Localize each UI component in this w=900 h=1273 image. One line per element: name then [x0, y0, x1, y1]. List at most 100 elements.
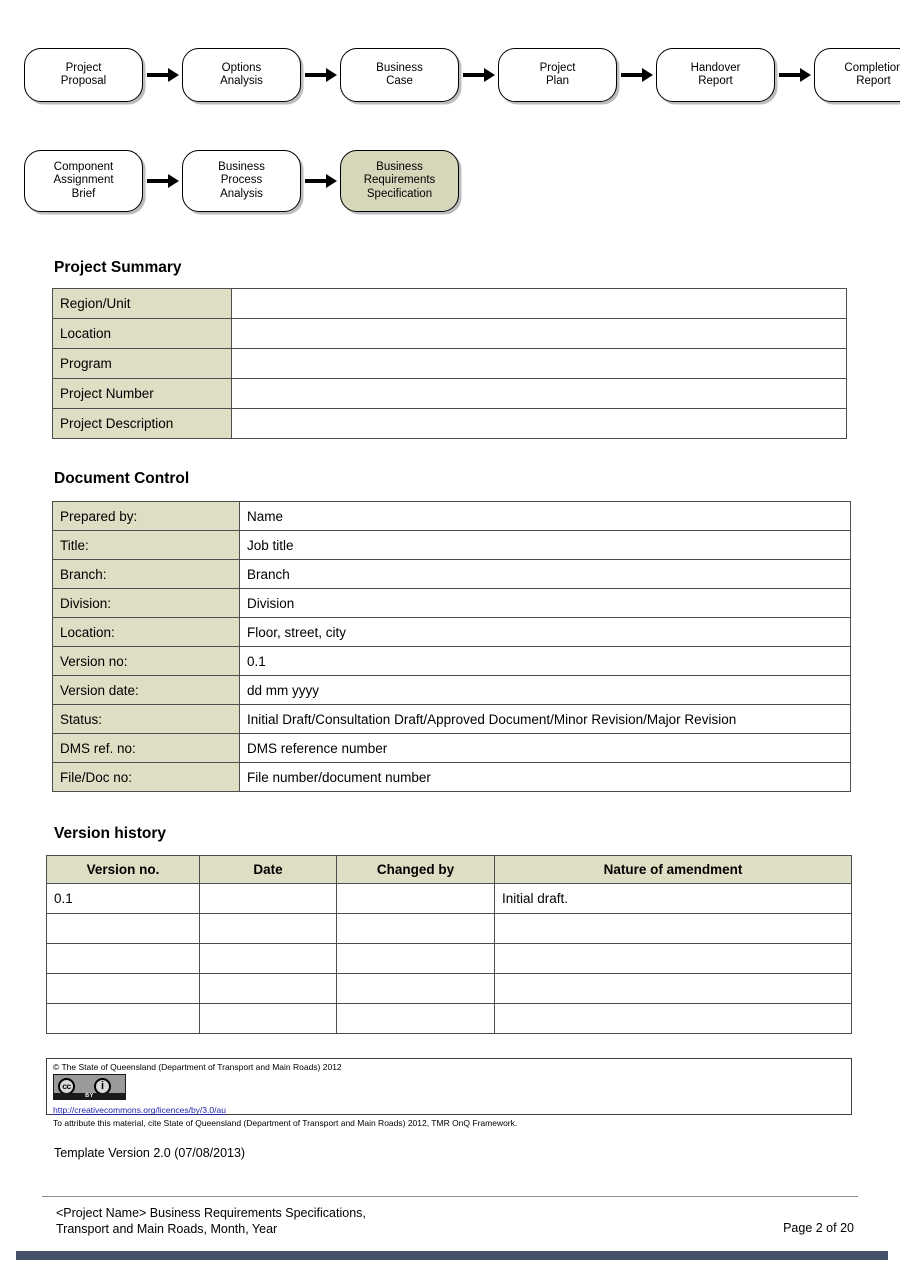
- row-value[interactable]: Division: [239, 588, 851, 618]
- cell-version-no[interactable]: 0.1: [46, 883, 200, 914]
- flow-box-business-case[interactable]: Business Case: [340, 48, 459, 102]
- flow-row-primary: Project Proposal Options Analysis Busine…: [24, 48, 900, 102]
- flow-box-handover-report[interactable]: Handover Report: [656, 48, 775, 102]
- cell-nature-of-amendment[interactable]: Initial draft.: [494, 883, 852, 914]
- flow-box-label-line: Process: [220, 174, 263, 187]
- section-heading-version-history: Version history: [54, 825, 166, 842]
- flow-box-label-line: Analysis: [220, 187, 263, 200]
- cell-nature-of-amendment[interactable]: [494, 913, 852, 944]
- flow-box-label-line: Proposal: [60, 75, 107, 87]
- cell-version-no[interactable]: [46, 913, 200, 944]
- cell-nature-of-amendment[interactable]: [494, 973, 852, 1004]
- cell-date[interactable]: [199, 973, 337, 1004]
- cell-version-no[interactable]: [46, 973, 200, 1004]
- flow-box-label-line: Project: [65, 61, 102, 74]
- flow-box-project-plan[interactable]: Project Plan: [498, 48, 617, 102]
- flow-arrow-icon: [459, 67, 498, 83]
- flow-box-business-requirements-specification[interactable]: Business Requirements Specification: [340, 150, 459, 212]
- row-value[interactable]: 0.1: [239, 646, 851, 676]
- footer-document-title: <Project Name> Business Requirements Spe…: [56, 1206, 366, 1237]
- footer-accent-bar: [16, 1251, 888, 1260]
- flow-box-label-line: Report: [698, 75, 733, 87]
- flow-box-label-line: Brief: [71, 187, 96, 200]
- document-control-table: Prepared by: Name Title: Job title Branc…: [52, 501, 851, 792]
- cell-changed-by[interactable]: [336, 883, 495, 914]
- flow-box-label-line: Business: [218, 160, 265, 173]
- row-value[interactable]: [231, 378, 847, 409]
- flow-box-label-line: Options: [221, 61, 262, 74]
- flow-box-label-line: Report: [856, 75, 891, 87]
- cell-changed-by[interactable]: [336, 943, 495, 974]
- flow-row-secondary: Component Assignment Brief Business Proc…: [24, 150, 459, 212]
- row-value[interactable]: [231, 318, 847, 349]
- flow-box-component-assignment-brief[interactable]: Component Assignment Brief: [24, 150, 143, 212]
- flow-box-project-proposal[interactable]: Project Proposal: [24, 48, 143, 102]
- row-label: Program: [52, 348, 232, 379]
- flow-arrow-icon: [143, 173, 182, 189]
- row-label: Location:: [52, 617, 240, 647]
- row-value[interactable]: File number/document number: [239, 762, 851, 792]
- row-label: Version no:: [52, 646, 240, 676]
- table-row: Location: Floor, street, city: [52, 617, 851, 647]
- row-label: Branch:: [52, 559, 240, 589]
- flow-box-completion-report[interactable]: Completion Report: [814, 48, 900, 102]
- row-value[interactable]: Initial Draft/Consultation Draft/Approve…: [239, 704, 851, 734]
- row-value[interactable]: Floor, street, city: [239, 617, 851, 647]
- flow-arrow-icon: [143, 67, 182, 83]
- row-label: Prepared by:: [52, 501, 240, 531]
- cell-version-no[interactable]: [46, 943, 200, 974]
- flow-box-label-line: Requirements: [363, 174, 436, 187]
- version-history-table: Version no. Date Changed by Nature of am…: [46, 855, 852, 1034]
- flow-box-label-line: Business: [376, 160, 423, 173]
- table-row: [46, 943, 852, 974]
- section-heading-project-summary: Project Summary: [54, 259, 182, 276]
- table-row: Division: Division: [52, 588, 851, 618]
- row-value[interactable]: Name: [239, 501, 851, 531]
- cell-changed-by[interactable]: [336, 1003, 495, 1034]
- footer-divider: [42, 1196, 858, 1197]
- cell-version-no[interactable]: [46, 1003, 200, 1034]
- flow-box-label-line: Specification: [366, 187, 433, 200]
- cell-date[interactable]: [199, 913, 337, 944]
- row-label: Status:: [52, 704, 240, 734]
- row-label: Region/Unit: [52, 288, 232, 319]
- table-row: Version date: dd mm yyyy: [52, 675, 851, 705]
- cell-changed-by[interactable]: [336, 973, 495, 1004]
- copyright-license-box: © The State of Queensland (Department of…: [46, 1058, 852, 1128]
- cc-badge-label: BY: [54, 1093, 125, 1099]
- table-row: Region/Unit: [52, 288, 847, 319]
- flow-box-label-line: Assignment: [53, 174, 114, 187]
- row-value[interactable]: [231, 408, 847, 439]
- section-heading-document-control: Document Control: [54, 470, 190, 487]
- cell-changed-by[interactable]: [336, 913, 495, 944]
- row-value[interactable]: Job title: [239, 530, 851, 560]
- copyright-statement: © The State of Queensland (Department of…: [53, 1062, 342, 1072]
- cell-date[interactable]: [199, 883, 337, 914]
- column-header-version-no: Version no.: [46, 855, 200, 884]
- row-label: Location: [52, 318, 232, 349]
- flow-box-label-line: Handover: [690, 61, 741, 74]
- row-label: Title:: [52, 530, 240, 560]
- cell-date[interactable]: [199, 943, 337, 974]
- row-value[interactable]: DMS reference number: [239, 733, 851, 763]
- row-value[interactable]: [231, 288, 847, 319]
- cell-nature-of-amendment[interactable]: [494, 1003, 852, 1034]
- row-label: Division:: [52, 588, 240, 618]
- row-value[interactable]: Branch: [239, 559, 851, 589]
- table-row: [46, 913, 852, 944]
- creative-commons-license-link[interactable]: http://creativecommons.org/licences/by/3…: [53, 1105, 226, 1116]
- table-row: Status: Initial Draft/Consultation Draft…: [52, 704, 851, 734]
- cell-date[interactable]: [199, 1003, 337, 1034]
- cell-nature-of-amendment[interactable]: [494, 943, 852, 974]
- row-value[interactable]: dd mm yyyy: [239, 675, 851, 705]
- flow-box-options-analysis[interactable]: Options Analysis: [182, 48, 301, 102]
- row-label: DMS ref. no:: [52, 733, 240, 763]
- flow-box-label-line: Plan: [545, 75, 569, 87]
- flow-box-business-process-analysis[interactable]: Business Process Analysis: [182, 150, 301, 212]
- footer-title-line-2: Transport and Main Roads, Month, Year: [56, 1221, 278, 1236]
- row-value[interactable]: [231, 348, 847, 379]
- creative-commons-by-badge-icon: cc i BY: [53, 1074, 126, 1100]
- flow-arrow-icon: [301, 67, 340, 83]
- table-row: [46, 973, 852, 1004]
- table-row: Project Description: [52, 408, 847, 439]
